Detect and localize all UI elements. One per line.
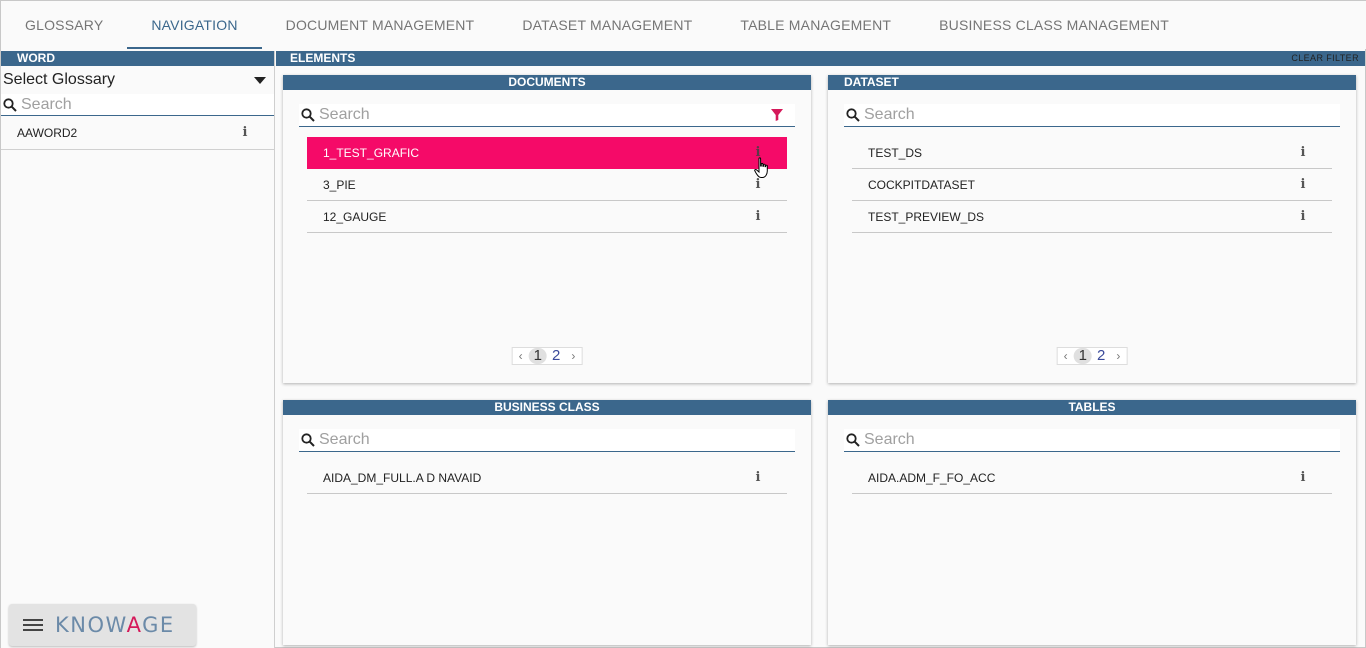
info-icon[interactable]: i xyxy=(1298,470,1308,485)
list-item[interactable]: AAWORD2 i xyxy=(1,116,274,150)
info-icon[interactable]: i xyxy=(240,125,250,140)
list-item[interactable]: COCKPITDATASET i xyxy=(852,169,1332,201)
top-tab-bar: GLOSSARY NAVIGATION DOCUMENT MANAGEMENT … xyxy=(1,1,1366,49)
list-item[interactable]: 1_TEST_GRAFIC i xyxy=(307,137,787,169)
business-class-search-input[interactable] xyxy=(317,431,795,449)
list-item[interactable]: TEST_PREVIEW_DS i xyxy=(852,201,1332,233)
brand-menu: KNOWAGE xyxy=(9,604,196,646)
list-item[interactable]: TEST_DS i xyxy=(852,137,1332,169)
tables-header: TABLES xyxy=(828,400,1356,415)
info-icon[interactable]: i xyxy=(1298,209,1308,224)
dataset-header: DATASET xyxy=(828,75,1356,90)
glossary-select[interactable]: Select Glossary xyxy=(1,66,274,94)
pager-page-button[interactable]: 1 xyxy=(1073,348,1092,364)
clear-filter-button[interactable]: CLEAR FILTER xyxy=(1291,51,1359,66)
dataset-card: DATASET TEST_DS i COCKPITDATASET i TEST_… xyxy=(828,75,1356,383)
info-icon[interactable]: i xyxy=(753,470,763,485)
info-icon[interactable]: i xyxy=(753,177,763,192)
hamburger-icon[interactable] xyxy=(23,616,43,634)
document-label: 12_GAUGE xyxy=(323,209,387,224)
search-icon xyxy=(844,106,862,124)
word-item-label: AAWORD2 xyxy=(17,125,78,140)
glossary-select-value: Select Glossary xyxy=(3,71,116,88)
documents-search xyxy=(299,104,795,127)
pager-next-button[interactable]: › xyxy=(565,348,581,364)
tab-glossary[interactable]: GLOSSARY xyxy=(1,1,127,49)
tables-card: TABLES AIDA.ADM_F_FO_ACC i xyxy=(828,400,1356,645)
documents-pager: ‹ 1 2 › xyxy=(511,347,583,365)
search-icon xyxy=(1,96,19,114)
tab-dataset-management[interactable]: DATASET MANAGEMENT xyxy=(498,1,716,49)
dataset-label: COCKPITDATASET xyxy=(868,177,975,192)
list-item[interactable]: AIDA.ADM_F_FO_ACC i xyxy=(852,462,1332,494)
tables-search xyxy=(844,429,1340,452)
word-search xyxy=(1,94,274,116)
dataset-label: TEST_PREVIEW_DS xyxy=(868,209,985,224)
tables-search-input[interactable] xyxy=(862,431,1340,449)
word-panel: WORD Select Glossary AAWORD2 i xyxy=(1,51,275,648)
dataset-list: TEST_DS i COCKPITDATASET i TEST_PREVIEW_… xyxy=(852,137,1332,233)
knowage-logo: KNOWAGE xyxy=(55,613,175,637)
documents-list: 1_TEST_GRAFIC i 3_PIE i 12_GAUGE i xyxy=(307,137,787,233)
document-label: 1_TEST_GRAFIC xyxy=(323,145,420,160)
pointer-cursor-icon xyxy=(754,157,768,178)
tab-document-management[interactable]: DOCUMENT MANAGEMENT xyxy=(262,1,499,49)
document-label: 3_PIE xyxy=(323,177,356,192)
info-icon[interactable]: i xyxy=(1298,145,1308,160)
search-icon xyxy=(299,431,317,449)
documents-header: DOCUMENTS xyxy=(283,75,811,90)
pager-page-button[interactable]: 2 xyxy=(1092,348,1110,364)
caret-down-icon xyxy=(254,76,266,84)
dataset-search xyxy=(844,104,1340,127)
pager-page-button[interactable]: 1 xyxy=(528,348,547,364)
info-icon[interactable]: i xyxy=(1298,177,1308,192)
business-class-card: BUSINESS CLASS AIDA_DM_FULL.A D NAVAID i xyxy=(283,400,811,645)
search-icon xyxy=(844,431,862,449)
elements-title: ELEMENTS xyxy=(290,51,356,65)
list-item[interactable]: 12_GAUGE i xyxy=(307,201,787,233)
list-item[interactable]: 3_PIE i xyxy=(307,169,787,201)
word-search-input[interactable] xyxy=(19,95,274,114)
business-class-label: AIDA_DM_FULL.A D NAVAID xyxy=(323,470,482,485)
business-class-search xyxy=(299,429,795,452)
filter-icon[interactable] xyxy=(771,109,783,121)
pager-prev-button[interactable]: ‹ xyxy=(513,348,529,364)
pager-next-button[interactable]: › xyxy=(1110,348,1126,364)
business-class-header: BUSINESS CLASS xyxy=(283,400,811,415)
dataset-label: TEST_DS xyxy=(868,145,923,160)
search-icon xyxy=(299,106,317,124)
tab-table-management[interactable]: TABLE MANAGEMENT xyxy=(716,1,915,49)
business-class-list: AIDA_DM_FULL.A D NAVAID i xyxy=(307,462,787,494)
documents-card: DOCUMENTS 1_TEST_GRAFIC i 3_PIE i 12_GAU… xyxy=(283,75,811,383)
documents-search-input[interactable] xyxy=(317,106,771,124)
list-item[interactable]: AIDA_DM_FULL.A D NAVAID i xyxy=(307,462,787,494)
tab-navigation[interactable]: NAVIGATION xyxy=(127,1,262,49)
table-label: AIDA.ADM_F_FO_ACC xyxy=(868,470,996,485)
word-header: WORD xyxy=(1,51,274,66)
dataset-search-input[interactable] xyxy=(862,106,1340,124)
info-icon[interactable]: i xyxy=(753,209,763,224)
pager-prev-button[interactable]: ‹ xyxy=(1058,348,1074,364)
elements-panel: ELEMENTS CLEAR FILTER DOCUMENTS 1_TEST_G… xyxy=(276,51,1365,648)
elements-header: ELEMENTS CLEAR FILTER xyxy=(276,51,1365,66)
tab-business-class-management[interactable]: BUSINESS CLASS MANAGEMENT xyxy=(915,1,1193,49)
tables-list: AIDA.ADM_F_FO_ACC i xyxy=(852,462,1332,494)
pager-page-button[interactable]: 2 xyxy=(547,348,565,364)
dataset-pager: ‹ 1 2 › xyxy=(1056,347,1128,365)
